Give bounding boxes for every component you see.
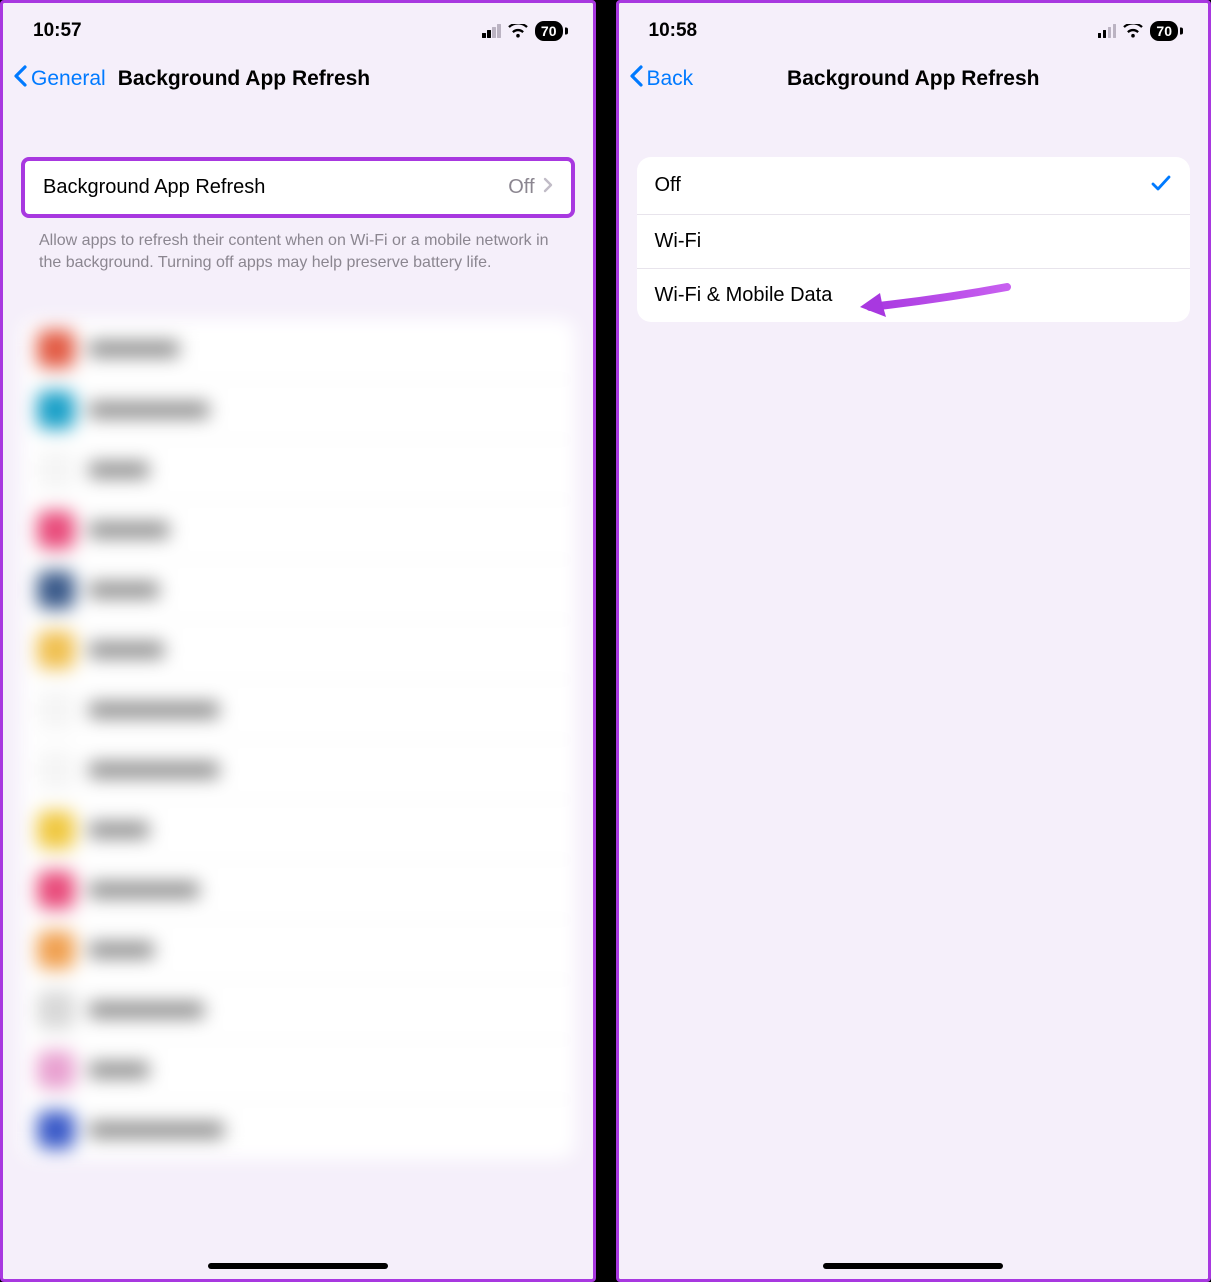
option-label: Off [655, 174, 1151, 197]
screen-1: 10:57 70 [0, 0, 596, 1282]
home-indicator[interactable] [823, 1263, 1003, 1269]
footer-description: Allow apps to refresh their content when… [21, 218, 575, 291]
status-bar: 10:57 70 [3, 3, 593, 57]
background-app-refresh-row[interactable]: Background App Refresh Off [25, 161, 571, 214]
option-label: Wi-Fi [655, 230, 1173, 253]
battery-level: 70 [541, 23, 557, 39]
wifi-icon [508, 24, 528, 39]
nav-bar: Back Background App Refresh [619, 57, 1209, 107]
option-off[interactable]: Off [637, 157, 1191, 214]
wifi-icon [1123, 24, 1143, 39]
main-setting-group: Background App Refresh Off [21, 157, 575, 218]
chevron-right-icon [543, 177, 553, 198]
checkmark-icon [1150, 172, 1172, 199]
back-label: Back [647, 67, 694, 91]
option-label: Wi-Fi & Mobile Data [655, 284, 1173, 307]
screen-2: 10:58 70 [616, 0, 1211, 1282]
home-indicator[interactable] [208, 1263, 388, 1269]
chevron-left-icon [629, 65, 643, 93]
status-time: 10:57 [33, 20, 82, 42]
battery-icon: 70 [535, 21, 563, 41]
battery-icon: 70 [1150, 21, 1178, 41]
page-title: Background App Refresh [787, 67, 1039, 91]
battery-level: 70 [1156, 23, 1172, 39]
app-list-blurred [21, 319, 575, 1159]
status-time: 10:58 [649, 20, 698, 42]
row-label: Background App Refresh [43, 176, 508, 199]
back-button[interactable]: Back [629, 65, 694, 93]
option-wifi[interactable]: Wi-Fi [637, 214, 1191, 268]
row-value: Off [508, 176, 534, 199]
status-bar: 10:58 70 [619, 3, 1209, 57]
back-label: General [31, 67, 106, 91]
options-group: Off Wi-Fi Wi-Fi & Mobile Data [637, 157, 1191, 322]
chevron-left-icon [13, 65, 27, 93]
cellular-icon [482, 25, 501, 38]
nav-bar: General Background App Refresh [3, 57, 593, 107]
cellular-icon [1098, 25, 1117, 38]
option-wifi-mobile-data[interactable]: Wi-Fi & Mobile Data [637, 268, 1191, 322]
back-button[interactable]: General [13, 65, 106, 93]
page-title: Background App Refresh [118, 67, 370, 91]
